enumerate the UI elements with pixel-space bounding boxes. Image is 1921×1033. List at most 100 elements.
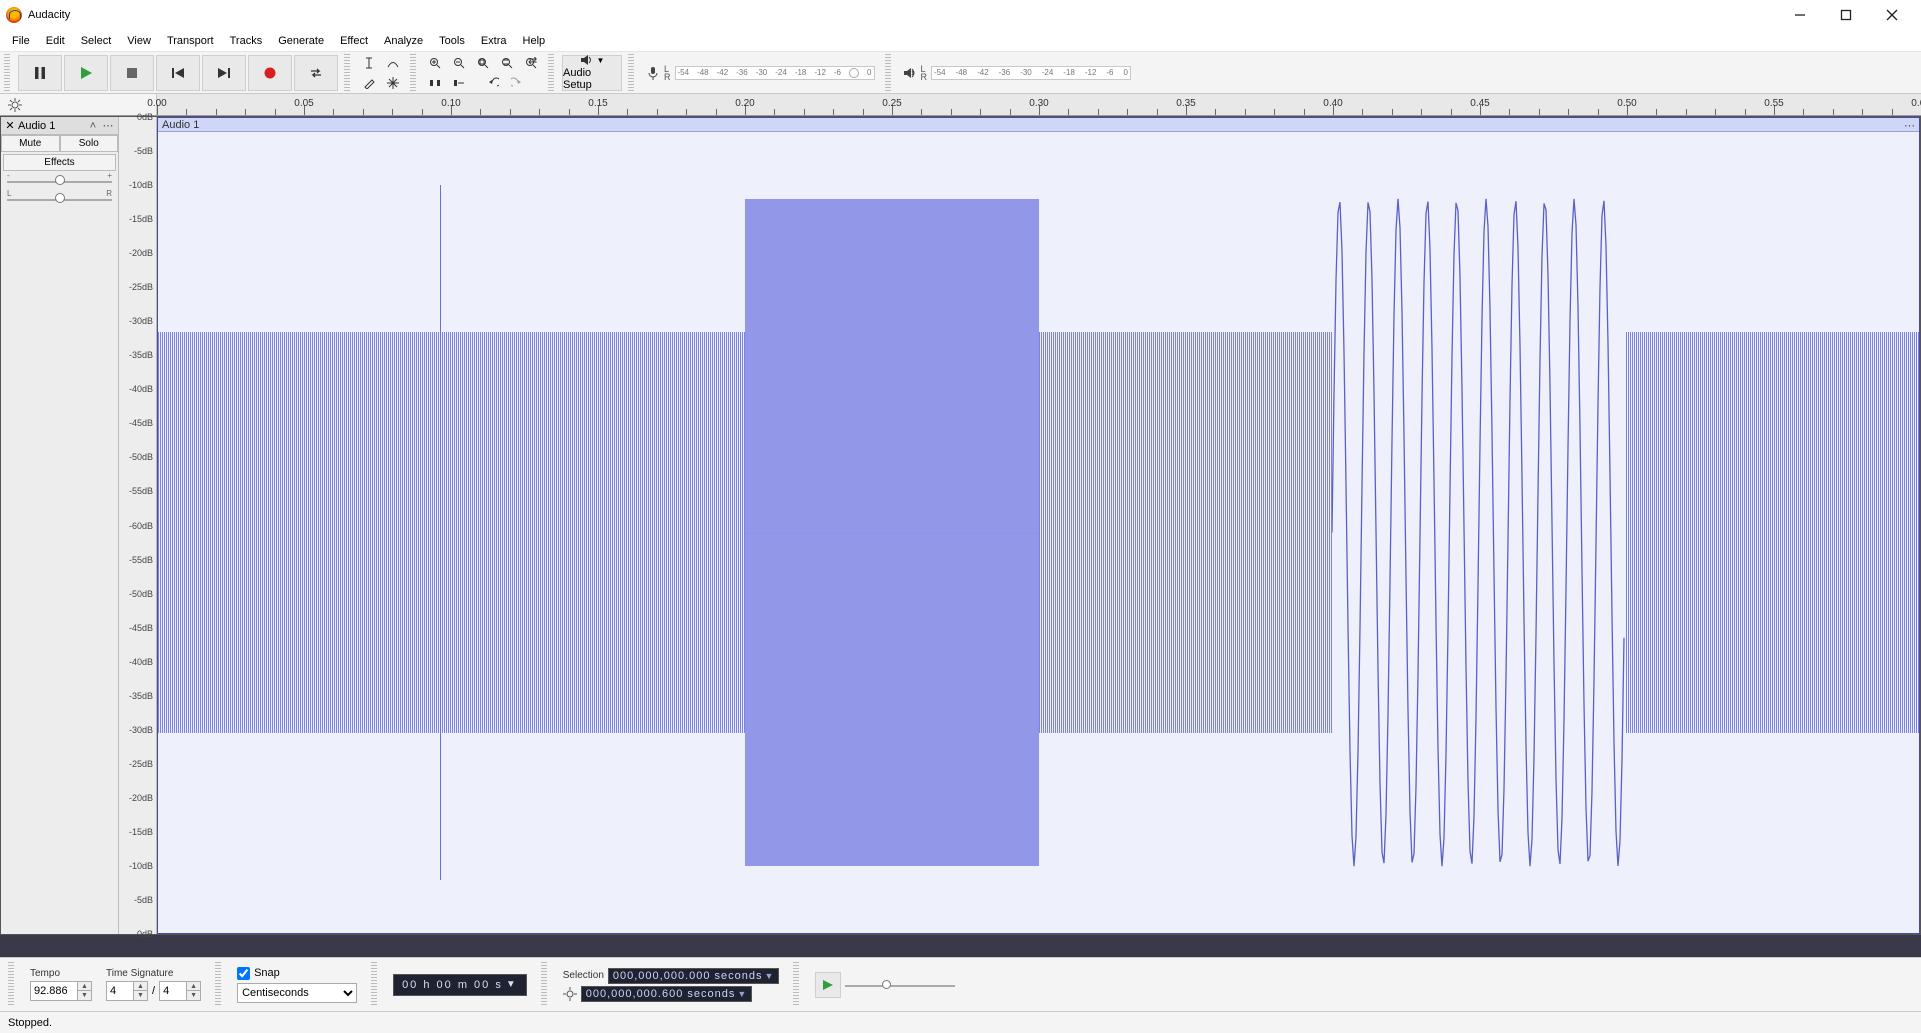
track-close-button[interactable]: ✕ bbox=[4, 120, 16, 132]
skip-start-button[interactable] bbox=[156, 55, 200, 91]
record-meter[interactable]: L R -54-48-42-36-30-24-18-12-60 bbox=[640, 54, 881, 91]
undo-button[interactable] bbox=[482, 74, 504, 92]
snap-checkbox[interactable] bbox=[237, 967, 250, 980]
menu-edit[interactable]: Edit bbox=[38, 32, 73, 50]
track-collapse-button[interactable]: ˄ bbox=[87, 120, 99, 132]
selection-label: Selection bbox=[563, 970, 604, 981]
track-control-panel: ✕ Audio 1 ˄ ⋯ Mute Solo Effects - + L R bbox=[1, 117, 119, 934]
menu-effect[interactable]: Effect bbox=[332, 32, 376, 50]
toolbar-grip[interactable] bbox=[344, 54, 350, 91]
audio-setup-button[interactable]: ▼ Audio Setup bbox=[562, 55, 622, 91]
fit-selection-button[interactable] bbox=[472, 54, 494, 72]
multi-tool[interactable] bbox=[382, 74, 404, 92]
loop-button[interactable] bbox=[294, 55, 338, 91]
redo-button[interactable] bbox=[506, 74, 528, 92]
sep bbox=[472, 74, 480, 92]
menu-transport[interactable]: Transport bbox=[159, 32, 222, 50]
app-title: Audacity bbox=[28, 9, 70, 21]
maximize-button[interactable] bbox=[1823, 0, 1869, 30]
stop-button[interactable] bbox=[110, 55, 154, 91]
selection-end[interactable]: 000,000,000.600 seconds▼ bbox=[581, 986, 753, 1002]
pause-button[interactable] bbox=[18, 55, 62, 91]
play-button[interactable] bbox=[64, 55, 108, 91]
workspace: ✕ Audio 1 ˄ ⋯ Mute Solo Effects - + L R … bbox=[0, 116, 1921, 935]
menu-analyze[interactable]: Analyze bbox=[376, 32, 431, 50]
toolbar-grip[interactable] bbox=[4, 54, 10, 91]
transport-toolbar bbox=[16, 54, 340, 91]
zoom-out-button[interactable] bbox=[448, 54, 470, 72]
silence-button[interactable] bbox=[448, 74, 470, 92]
gear-icon[interactable] bbox=[563, 987, 577, 1001]
toolbar-grip[interactable] bbox=[8, 962, 14, 1007]
title-bar: Audacity bbox=[0, 0, 1921, 30]
tempo-label: Tempo bbox=[30, 968, 92, 979]
ts-denom-input[interactable]: ▲▼ bbox=[159, 981, 201, 1001]
record-meter-track[interactable]: -54-48-42-36-30-24-18-12-60 bbox=[675, 66, 875, 80]
playback-meter[interactable]: L R -54-48-42-36-30-24-18-12-60 bbox=[897, 54, 1138, 91]
time-counter[interactable]: 00 h 00 m 00 s▼ bbox=[393, 974, 527, 996]
minimize-button[interactable] bbox=[1777, 0, 1823, 30]
waveform-canvas[interactable] bbox=[158, 132, 1919, 933]
zoom-in-button[interactable] bbox=[424, 54, 446, 72]
toolbar-grip[interactable] bbox=[885, 54, 891, 91]
fit-project-button[interactable] bbox=[496, 54, 518, 72]
envelope-tool[interactable] bbox=[382, 54, 404, 72]
toolbar-grip[interactable] bbox=[628, 54, 634, 91]
trim-button[interactable] bbox=[424, 74, 446, 92]
track-name[interactable]: Audio 1 bbox=[18, 120, 85, 132]
play-at-speed-button[interactable] bbox=[815, 972, 841, 998]
svg-text:⇄: ⇄ bbox=[528, 57, 537, 67]
gear-icon bbox=[8, 98, 22, 112]
draw-tool[interactable] bbox=[358, 74, 380, 92]
bottom-toolbar: Tempo ▲▼ Time Signature ▲▼ / ▲▼ Snap Cen… bbox=[0, 957, 1921, 1011]
timeline-ruler[interactable]: 0.000.050.100.150.200.250.300.350.400.45… bbox=[157, 94, 1921, 115]
skip-end-button[interactable] bbox=[202, 55, 246, 91]
waveform-clip[interactable]: Audio 1 ⋯ bbox=[157, 117, 1920, 934]
menu-select[interactable]: Select bbox=[73, 32, 120, 50]
menu-tracks[interactable]: Tracks bbox=[222, 32, 271, 50]
toolbar-grip[interactable] bbox=[410, 54, 416, 91]
tempo-input[interactable]: ▲▼ bbox=[30, 981, 92, 1001]
effects-button[interactable]: Effects bbox=[3, 154, 116, 171]
menu-file[interactable]: File bbox=[4, 32, 38, 50]
snap-select[interactable]: Centiseconds bbox=[237, 983, 357, 1003]
menu-view[interactable]: View bbox=[119, 32, 159, 50]
lr-label: L R bbox=[664, 65, 671, 81]
toolbar-grip[interactable] bbox=[548, 54, 554, 91]
clip-menu-button[interactable]: ⋯ bbox=[1904, 118, 1915, 132]
selection-tool[interactable] bbox=[358, 54, 380, 72]
toolbar-grip[interactable] bbox=[215, 962, 221, 1007]
toolbar-grip[interactable] bbox=[541, 962, 547, 1007]
horizontal-scrollbar[interactable] bbox=[0, 935, 1921, 957]
zoom-toggle-button[interactable]: ⇄ bbox=[520, 54, 542, 72]
spin-up-icon[interactable]: ▲ bbox=[77, 982, 91, 991]
playback-meter-track[interactable]: -54-48-42-36-30-24-18-12-60 bbox=[931, 66, 1131, 80]
close-button[interactable] bbox=[1869, 0, 1915, 30]
ts-numer-input[interactable]: ▲▼ bbox=[106, 981, 148, 1001]
audio-setup-label: Audio Setup bbox=[563, 67, 621, 91]
menu-generate[interactable]: Generate bbox=[270, 32, 332, 50]
selection-start[interactable]: 000,000,000.000 seconds▼ bbox=[608, 968, 780, 984]
clip-header[interactable]: Audio 1 ⋯ bbox=[158, 118, 1919, 132]
menu-extra[interactable]: Extra bbox=[473, 32, 515, 50]
mute-button[interactable]: Mute bbox=[1, 135, 60, 152]
pan-slider[interactable]: L R bbox=[7, 191, 112, 207]
solo-button[interactable]: Solo bbox=[60, 135, 119, 152]
timopen-settings[interactable] bbox=[0, 94, 157, 115]
dropdown-icon[interactable]: ▼ bbox=[506, 979, 518, 990]
track-menu-button[interactable]: ⋯ bbox=[101, 119, 115, 132]
db-ruler[interactable]: 0dB-5dB-10dB-15dB-20dB-25dB-30dB-35dB-40… bbox=[119, 117, 157, 934]
snap-label: Snap bbox=[254, 967, 280, 979]
record-button[interactable] bbox=[248, 55, 292, 91]
playback-speed-slider[interactable] bbox=[845, 978, 955, 992]
menu-help[interactable]: Help bbox=[515, 32, 554, 50]
toolbar-grip[interactable] bbox=[371, 962, 377, 1007]
toolbar-grip[interactable] bbox=[793, 962, 799, 1007]
status-bar: Stopped. bbox=[0, 1011, 1921, 1033]
menu-tools[interactable]: Tools bbox=[431, 32, 473, 50]
gain-slider[interactable]: - + bbox=[7, 173, 112, 189]
spin-down-icon[interactable]: ▼ bbox=[77, 991, 91, 1000]
meter-end-icon bbox=[849, 68, 859, 78]
speaker-icon bbox=[580, 54, 594, 66]
app-icon bbox=[6, 7, 22, 23]
